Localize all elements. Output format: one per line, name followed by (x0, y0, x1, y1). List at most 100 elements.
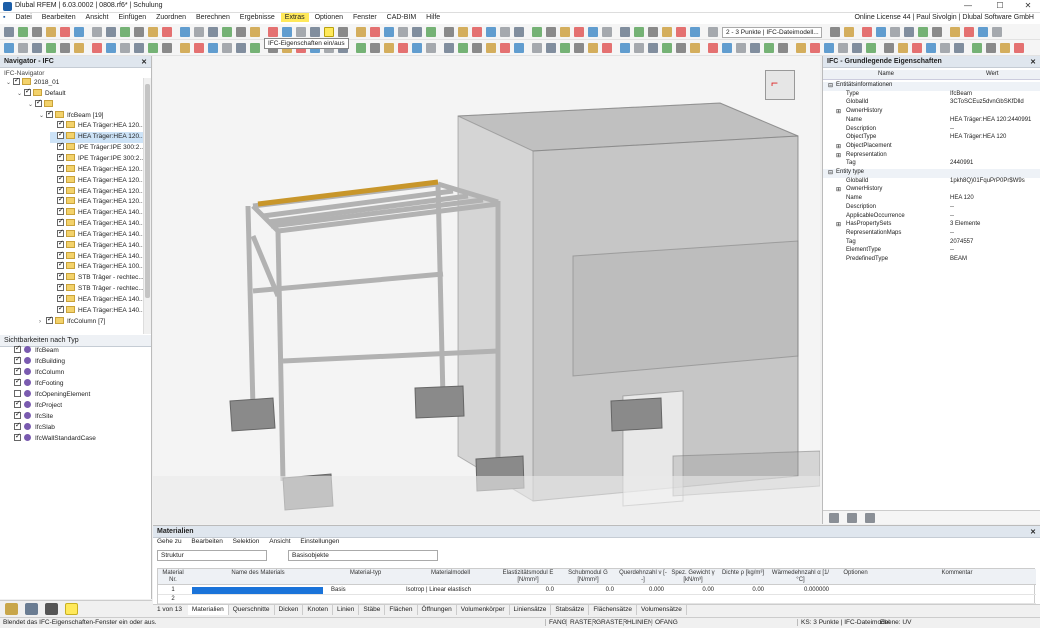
toolbar-icon[interactable] (500, 43, 510, 53)
toolbar-icon[interactable] (92, 27, 102, 37)
ifc-panel-close-icon[interactable]: ✕ (1030, 58, 1036, 66)
toolbar-icon[interactable] (4, 43, 14, 53)
toolbar-icon[interactable] (106, 43, 116, 53)
toolbar-icon[interactable] (236, 27, 246, 37)
tree-checkbox[interactable] (57, 250, 64, 259)
table-row[interactable]: 1 Basis Isotrop | Linear elastisch 0.0 0.0 0.… (158, 586, 1036, 595)
tree-checkbox[interactable] (57, 217, 64, 227)
tree-checkbox[interactable] (57, 195, 64, 205)
toolbar-icon[interactable] (926, 43, 936, 53)
toolbar-icon[interactable] (890, 27, 900, 37)
toolbar-icon[interactable] (60, 27, 70, 37)
property-row[interactable]: Type IfcBeam (823, 91, 1040, 100)
tree-item[interactable]: HEA Träger:HEA 120... (50, 119, 143, 132)
tree-item[interactable]: HEA Träger:HEA 100... (50, 260, 143, 273)
property-row[interactable]: Tag 2074557 (823, 239, 1040, 248)
toolbar-icon[interactable] (282, 27, 292, 37)
property-row[interactable]: ⊞ Representation (823, 152, 1040, 161)
visibility-checkbox[interactable] (14, 366, 21, 375)
tree-expander-icon[interactable]: ⌄ (28, 101, 35, 108)
tree-item[interactable]: HEA Träger:HEA 140... (50, 228, 143, 241)
toolbar-icon[interactable] (648, 27, 658, 37)
toolbar-icon[interactable] (222, 27, 232, 37)
tree-item[interactable]: STB Träger - rechtec... (50, 282, 143, 295)
tree-expander-icon[interactable]: ⌄ (17, 90, 24, 97)
toolbar-icon[interactable] (92, 43, 102, 53)
toolbar-icon[interactable] (708, 27, 718, 37)
toolbar-icon[interactable] (384, 43, 394, 53)
menu-zuordnen[interactable]: Zuordnen (152, 13, 190, 22)
column-header[interactable]: Querdehnzahl ν [--] (618, 570, 668, 584)
toolbar-icon[interactable] (180, 43, 190, 53)
visibility-item[interactable]: IfcProject (14, 399, 62, 412)
expander-icon[interactable]: ⊞ (836, 152, 841, 159)
status-ofang[interactable]: OFANG (651, 619, 681, 626)
property-row[interactable]: ApplicableOccurrence -- (823, 213, 1040, 222)
property-row[interactable]: PredefinedType BEAM (823, 256, 1040, 265)
tree-item[interactable]: HEA Träger:HEA 120... (50, 174, 143, 187)
tree-item[interactable]: HEA Träger:HEA 140... (50, 239, 143, 252)
property-group[interactable]: ⊟ Entity type (823, 169, 1040, 178)
tree-checkbox[interactable] (57, 293, 64, 302)
toolbar-icon[interactable] (532, 43, 542, 53)
tree-item[interactable]: HEA Träger:HEA 120... (50, 195, 143, 208)
column-header[interactable]: Optionen (833, 570, 878, 577)
close-icon[interactable]: ✕ (1018, 1, 1038, 12)
toolbar-icon[interactable] (634, 43, 644, 53)
visibility-checkbox[interactable] (14, 355, 21, 364)
views-nav-icon[interactable] (45, 603, 58, 615)
toolbar-icon[interactable] (472, 27, 482, 37)
materials-menu-settings[interactable]: Einstellungen (300, 538, 339, 545)
tab-3[interactable]: Knoten (303, 605, 334, 615)
column-header[interactable]: Material Nr. (158, 570, 188, 584)
toolbar-icon[interactable] (60, 43, 70, 53)
toolbar-icon[interactable] (764, 43, 774, 53)
tab-2[interactable]: Dicken (275, 605, 304, 615)
tree-checkbox[interactable] (13, 78, 20, 85)
toolbar-icon[interactable] (862, 27, 872, 37)
tree-checkbox[interactable] (46, 109, 53, 118)
table-cell[interactable]: Isotrop | Linear elastisch (406, 587, 471, 593)
tab-0[interactable]: Materialien (187, 605, 229, 615)
toolbar-icon[interactable] (106, 27, 116, 37)
toolbar-icon[interactable] (74, 27, 84, 37)
materials-menu-selection[interactable]: Selektion (233, 538, 260, 545)
column-header[interactable]: Materialmodell (403, 570, 498, 577)
toolbar-icon[interactable] (426, 43, 436, 53)
toolbar-icon[interactable] (458, 43, 468, 53)
toolbar-icon[interactable] (384, 27, 394, 37)
tree-item[interactable]: IPE Träger:IPE 300:2... (50, 152, 143, 165)
tree-checkbox[interactable] (57, 228, 64, 237)
toolbar-icon[interactable] (778, 43, 788, 53)
visibility-item[interactable]: IfcWallStandardCase (14, 432, 96, 445)
visibility-checkbox[interactable] (14, 399, 21, 408)
toolbar-icon[interactable] (194, 27, 204, 37)
expander-icon[interactable]: ⊟ (828, 82, 833, 89)
toolbar-icon[interactable] (884, 43, 894, 53)
tab-8[interactable]: Volumenkörper (457, 605, 510, 615)
tree-expander-icon[interactable]: ⌄ (6, 79, 13, 86)
tree-item[interactable]: IPE Träger:IPE 300:2... (50, 141, 143, 154)
toolbar-icon[interactable] (18, 27, 28, 37)
toolbar-icon[interactable] (18, 43, 28, 53)
toolbar-icon[interactable] (876, 27, 886, 37)
tree-folder[interactable]: ⌄ IfcBeam [19] (39, 109, 104, 122)
toolbar-icon[interactable] (426, 27, 436, 37)
toolbar-icon[interactable] (866, 43, 876, 53)
expander-icon[interactable]: ⊞ (836, 186, 841, 193)
toolbar-icon[interactable] (708, 43, 718, 53)
ifc-properties-toggle-icon[interactable] (324, 27, 334, 37)
toolbar-icon[interactable] (370, 27, 380, 37)
toolbar-icon[interactable] (852, 43, 862, 53)
tree-item[interactable]: HEA Träger:HEA 140... (50, 217, 143, 230)
toolbar-icon[interactable] (250, 27, 260, 37)
toolbar-icon[interactable] (412, 27, 422, 37)
tree-item[interactable]: HEA Träger:HEA 140... (50, 206, 143, 219)
toolbar-icon[interactable] (472, 43, 482, 53)
tree-item[interactable]: HEA Träger:HEA 120... (50, 130, 143, 144)
toolbar-icon[interactable] (46, 27, 56, 37)
view-cube-face[interactable] (765, 70, 795, 100)
toolbar-icon[interactable] (560, 27, 570, 37)
visibility-item[interactable]: IfcOpeningElement (14, 390, 90, 401)
menu-fenster[interactable]: Fenster (349, 13, 381, 22)
